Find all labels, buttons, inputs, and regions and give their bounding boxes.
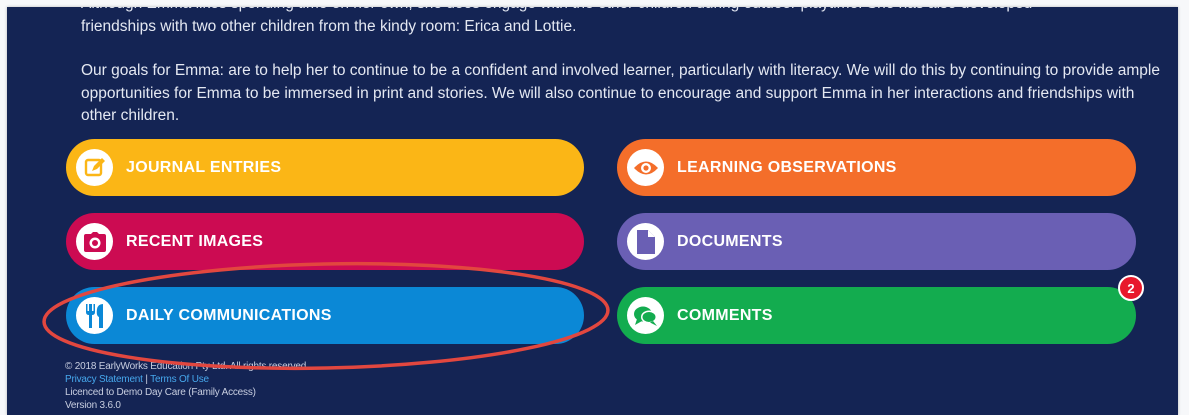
learning-observations-label: LEARNING OBSERVATIONS xyxy=(677,158,897,176)
journal-entries-button[interactable]: JOURNAL ENTRIES xyxy=(66,139,584,196)
documents-button[interactable]: DOCUMENTS xyxy=(617,213,1136,270)
summary-paragraph-1-tail: friendships with two other children from… xyxy=(81,17,577,35)
comments-button[interactable]: COMMENTS xyxy=(617,287,1136,344)
footer-link-separator: | xyxy=(145,374,148,385)
footer-links: Privacy Statement | Terms Of Use xyxy=(65,373,309,386)
chat-icon xyxy=(627,297,664,334)
daily-communications-button[interactable]: DAILY COMMUNICATIONS xyxy=(66,287,584,344)
documents-label: DOCUMENTS xyxy=(677,232,783,250)
comments-label: COMMENTS xyxy=(677,306,773,324)
document-icon xyxy=(627,223,664,260)
copyright-text: © 2018 EarlyWorks Education Pty Ltd. All… xyxy=(65,361,309,372)
journal-entries-label: JOURNAL ENTRIES xyxy=(126,158,282,176)
summary-partial-line: Although Emma likes spending time on her… xyxy=(81,7,1161,16)
edit-icon xyxy=(76,149,113,186)
footer: © 2018 EarlyWorks Education Pty Ltd. All… xyxy=(65,360,309,412)
child-summary-text: Although Emma likes spending time on her… xyxy=(81,7,1161,128)
main-panel: Although Emma likes spending time on her… xyxy=(7,7,1178,415)
cutlery-icon xyxy=(76,297,113,334)
summary-goals-paragraph: Our goals for Emma: are to help her to c… xyxy=(81,62,1160,124)
daily-communications-label: DAILY COMMUNICATIONS xyxy=(126,306,332,324)
terms-of-use-link[interactable]: Terms Of Use xyxy=(150,374,209,385)
eye-icon xyxy=(627,149,664,186)
learning-observations-button[interactable]: LEARNING OBSERVATIONS xyxy=(617,139,1136,196)
licence-text: Licenced to Demo Day Care (Family Access… xyxy=(65,387,256,398)
comments-count-badge: 2 xyxy=(1118,275,1144,301)
privacy-statement-link[interactable]: Privacy Statement xyxy=(65,374,143,385)
camera-icon xyxy=(76,223,113,260)
recent-images-label: RECENT IMAGES xyxy=(126,232,264,250)
version-text: Version 3.6.0 xyxy=(65,400,121,411)
recent-images-button[interactable]: RECENT IMAGES xyxy=(66,213,584,270)
